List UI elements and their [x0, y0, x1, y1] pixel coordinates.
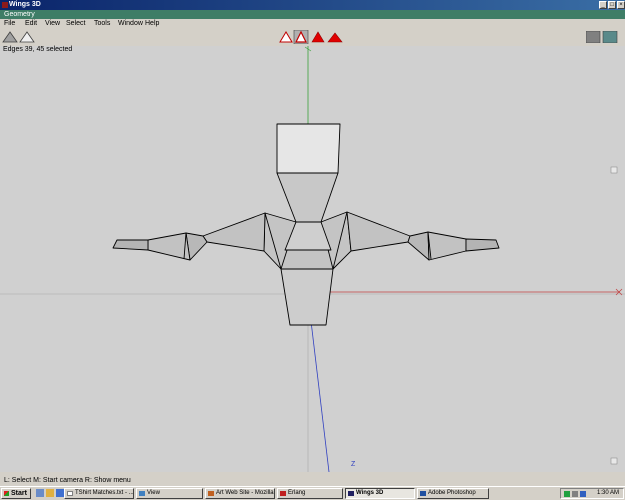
task-label: Wings 3D: [356, 490, 384, 496]
task-art-web-site[interactable]: Art Web Site - Mozilla: [205, 488, 275, 499]
wings-icon: [348, 491, 354, 496]
mesh-right-elbow[interactable]: [407, 231, 430, 261]
network-icon[interactable]: [564, 491, 570, 497]
quicklaunch-explorer-icon[interactable]: [46, 489, 54, 497]
face-mode-icon[interactable]: [311, 31, 325, 43]
mesh-right-hand[interactable]: [465, 238, 500, 252]
mesh-right-forearm[interactable]: [427, 231, 467, 261]
maximize-button[interactable]: □: [608, 1, 616, 9]
view-buttons: [2, 31, 35, 43]
photoshop-icon: [420, 491, 426, 496]
task-label: View: [147, 490, 160, 496]
perspective-icon[interactable]: [586, 31, 601, 43]
view-window-icon: [139, 491, 145, 496]
task-label: Adobe Photoshop: [428, 490, 476, 496]
selection-status: Edges 39, 45 selected: [3, 46, 73, 53]
viewport-resize-handle[interactable]: [610, 457, 618, 465]
window-title: Wings 3D: [9, 1, 41, 8]
camera-buttons: [586, 31, 618, 43]
menu-help[interactable]: Help: [145, 19, 159, 28]
menu-window[interactable]: Window: [118, 19, 143, 28]
selection-mode-buttons: [279, 30, 343, 44]
erlang-icon: [280, 491, 286, 496]
task-view[interactable]: View: [136, 488, 203, 499]
menu-bar: File Edit View Select Tools Window Help: [0, 19, 625, 28]
viewport-scroll-handle[interactable]: [610, 166, 618, 174]
mesh-hips[interactable]: [280, 268, 334, 326]
body-mode-icon[interactable]: [327, 32, 343, 43]
info-line: L: Select M: Start camera R: Show menu: [0, 472, 625, 486]
task-label: TShirt Matches.txt - ...: [75, 490, 134, 496]
notepad-icon: [67, 491, 73, 496]
window-title-bar[interactable]: Wings 3D _ □ ×: [0, 0, 625, 10]
ortho-icon[interactable]: [602, 31, 618, 43]
taskbar: Start TShirt Matches.txt - ... View Art …: [0, 486, 625, 500]
task-tshirt-matches[interactable]: TShirt Matches.txt - ...: [64, 488, 134, 499]
mouse-hint: L: Select M: Start camera R: Show menu: [4, 477, 131, 484]
3d-viewport[interactable]: Z: [0, 46, 625, 472]
tray-app-icon[interactable]: [580, 491, 586, 497]
task-label: Art Web Site - Mozilla: [216, 490, 274, 496]
wireframe-view-icon[interactable]: [19, 31, 35, 43]
start-label: Start: [11, 490, 27, 497]
menu-view[interactable]: View: [45, 19, 60, 28]
task-wings-3d[interactable]: Wings 3D: [345, 488, 415, 499]
edge-mode-icon[interactable]: [293, 30, 309, 44]
smooth-view-icon[interactable]: [2, 31, 18, 43]
geometry-label: Geometry: [4, 11, 35, 18]
menu-tools[interactable]: Tools: [94, 19, 110, 28]
toolbar: [0, 28, 625, 46]
wings-app-icon: [2, 2, 8, 8]
mesh-neck[interactable]: [276, 172, 339, 223]
windows-logo-icon: [4, 491, 9, 496]
z-axis-label: Z: [351, 461, 356, 468]
task-adobe-photoshop[interactable]: Adobe Photoshop: [417, 488, 489, 499]
mesh-left-upper-arm[interactable]: [202, 212, 266, 252]
viewport-canvas: Z: [0, 46, 625, 472]
mesh-left-forearm[interactable]: [147, 232, 191, 261]
system-tray: 1:30 AM: [560, 488, 624, 499]
close-button[interactable]: ×: [617, 1, 625, 9]
mesh-head[interactable]: [276, 123, 341, 174]
volume-icon[interactable]: [572, 491, 578, 497]
quicklaunch-desktop-icon[interactable]: [36, 489, 44, 497]
vertex-mode-icon[interactable]: [279, 31, 293, 43]
taskbar-clock[interactable]: 1:30 AM: [597, 489, 619, 498]
mozilla-icon: [208, 491, 214, 496]
mesh-right-upper-arm[interactable]: [346, 211, 411, 252]
task-erlang[interactable]: Erlang: [277, 488, 343, 499]
minimize-button[interactable]: _: [599, 1, 607, 9]
quicklaunch-browser-icon[interactable]: [56, 489, 64, 497]
task-label: Erlang: [288, 490, 306, 496]
geometry-window-bar[interactable]: Geometry: [0, 10, 625, 19]
character-mesh[interactable]: [112, 123, 500, 326]
menu-file[interactable]: File: [4, 19, 15, 28]
menu-edit[interactable]: Edit: [25, 19, 37, 28]
start-button[interactable]: Start: [1, 488, 31, 499]
menu-select[interactable]: Select: [66, 19, 85, 28]
mesh-left-hand[interactable]: [112, 239, 149, 251]
